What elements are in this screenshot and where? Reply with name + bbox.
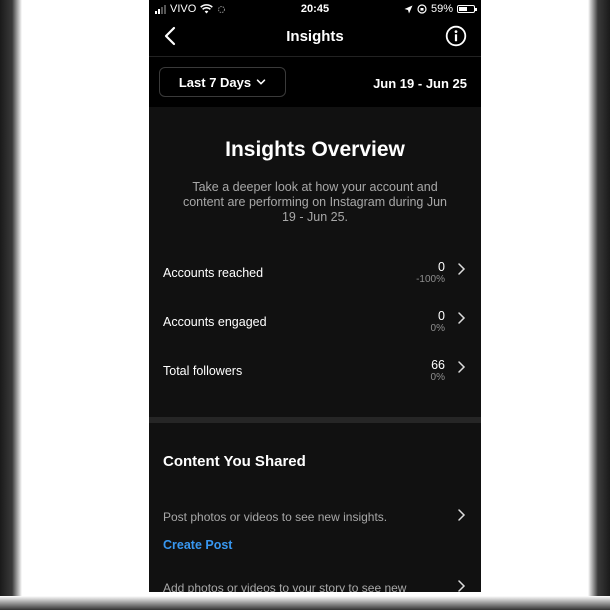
battery-level (459, 7, 467, 11)
metric-accounts-engaged[interactable]: Accounts engaged 0 0% (149, 309, 481, 359)
phone-screen: VIVO 20:45 59% Insights Last 7 Days Jun … (149, 0, 481, 592)
metric-change: -100% (416, 274, 445, 285)
metric-label: Accounts reached (163, 266, 264, 280)
chevron-right-icon[interactable] (455, 579, 467, 592)
metric-value: 0 (438, 309, 445, 323)
metric-accounts-reached[interactable]: Accounts reached 0 -100% (149, 260, 481, 310)
create-post-link[interactable]: Create Post (163, 538, 232, 552)
chevron-right-icon (458, 361, 466, 373)
battery-percent: 59% (430, 3, 453, 15)
bottom-shadow (0, 596, 610, 610)
status-bar: VIVO 20:45 59% (149, 0, 481, 18)
content-shared-panel: Content You Shared Post photos or videos… (149, 423, 481, 592)
overview-title: Insights Overview (225, 138, 405, 161)
date-range-label: Last 7 Days (178, 74, 252, 90)
screenshot-frame: VIVO 20:45 59% Insights Last 7 Days Jun … (0, 0, 610, 610)
chevron-right-icon (458, 312, 466, 324)
orientation-lock-icon (417, 4, 427, 14)
selected-date-range: Jun 19 - Jun 25 (373, 76, 467, 91)
metric-label: Total followers (163, 364, 243, 378)
right-shadow (588, 0, 610, 610)
chevron-right-icon (458, 263, 466, 275)
metric-change: 0% (430, 372, 445, 383)
content-shared-title: Content You Shared (163, 453, 306, 470)
story-empty-message[interactable]: Add photos or videos to your story to se… (163, 581, 406, 592)
metric-total-followers[interactable]: Total followers 66 0% (149, 358, 481, 408)
chevron-down-icon (256, 79, 266, 85)
overview-description: Take a deeper look at how your account a… (182, 180, 448, 224)
chevron-right-icon[interactable] (455, 508, 467, 522)
insights-overview-panel: Insights Overview Take a deeper look at … (149, 107, 481, 417)
posts-empty-message[interactable]: Post photos or videos to see new insight… (163, 510, 387, 524)
location-icon (404, 5, 413, 13)
navigation-header: Insights (149, 18, 481, 57)
metric-change: 0% (430, 323, 445, 334)
date-filter-row: Last 7 Days Jun 19 - Jun 25 (149, 57, 481, 107)
metric-label: Accounts engaged (163, 315, 267, 329)
page-title: Insights (286, 28, 344, 45)
metric-value: 0 (438, 260, 445, 274)
info-icon[interactable] (445, 25, 467, 47)
left-shadow (0, 0, 22, 610)
battery-icon (457, 5, 477, 13)
metric-value: 66 (431, 358, 445, 372)
date-range-dropdown[interactable]: Last 7 Days (159, 67, 286, 97)
